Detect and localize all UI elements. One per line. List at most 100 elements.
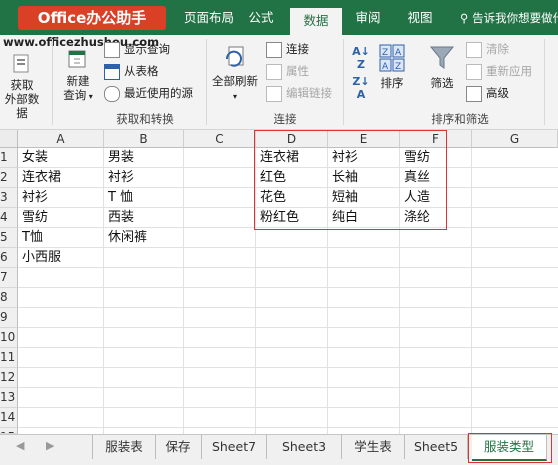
scroll-left-icon[interactable]: ◀ [16, 439, 24, 452]
row-header[interactable]: 9 [0, 308, 18, 328]
new-query-label-1: 新建 [66, 74, 90, 88]
clear-filter-icon [466, 41, 482, 58]
cell-B1[interactable]: 男装 [105, 148, 134, 167]
from-table-label: 从表格 [124, 64, 159, 78]
cell-B2[interactable]: 衬衫 [105, 168, 134, 187]
cell-A1[interactable]: 女装 [19, 148, 48, 167]
row-header[interactable]: 8 [0, 288, 18, 308]
gridline [18, 327, 558, 328]
group-label-connections: 连接 [273, 112, 297, 126]
cell-A6[interactable]: 小西服 [19, 248, 61, 267]
from-table-button[interactable]: 从表格 [104, 62, 159, 80]
clear-label: 清除 [486, 42, 509, 56]
column-header-G[interactable]: G [472, 130, 558, 148]
cell-A2[interactable]: 连衣裙 [19, 168, 61, 187]
clear-button[interactable]: 清除 [466, 40, 509, 58]
ribbon: www.officezhushou.com 获取 外部数据 新建 查询 ▾ 显示… [0, 35, 558, 130]
gridline [103, 148, 104, 434]
row-header[interactable]: 2 [0, 168, 18, 188]
sheet-tab[interactable]: Sheet7 [202, 435, 267, 459]
cell-B3[interactable]: T 恤 [105, 188, 133, 207]
gridline [18, 247, 558, 248]
advanced-label: 高级 [486, 86, 509, 100]
cell-B5[interactable]: 休闲裤 [105, 228, 147, 247]
row-header[interactable]: 3 [0, 188, 18, 208]
get-external-data-button[interactable]: 获取 外部数据 [0, 53, 44, 120]
separator [343, 39, 344, 125]
sort-dialog-icon: Z AA Z [379, 44, 405, 72]
filter-icon [429, 46, 455, 69]
show-query-button[interactable]: 显示查询 [104, 40, 170, 58]
refresh-all-button[interactable]: 全部刷新 ▾ [210, 43, 260, 104]
chevron-down-icon: ▾ [232, 92, 237, 101]
row-header[interactable]: 14 [0, 408, 18, 428]
sheet-tab[interactable]: 服装表 [92, 435, 156, 459]
gridline [18, 367, 558, 368]
reapply-icon [466, 63, 482, 80]
row-header[interactable]: 5 [0, 228, 18, 248]
row-header[interactable]: 10 [0, 328, 18, 348]
sheet-tab[interactable]: Sheet3 [267, 435, 342, 459]
show-query-icon [104, 41, 120, 58]
gridline [18, 387, 558, 388]
lightbulb-icon: ⚲ [460, 11, 469, 25]
tell-me-search[interactable]: ⚲ 告诉我你想要做什么 [460, 0, 558, 35]
properties-button[interactable]: 属性 [266, 62, 309, 80]
cell-A5[interactable]: T恤 [19, 228, 43, 247]
row-header[interactable]: 7 [0, 268, 18, 288]
recent-sources-label: 最近使用的源 [124, 86, 193, 100]
properties-icon [266, 63, 282, 80]
gridline [18, 347, 558, 348]
recent-sources-icon [104, 85, 120, 102]
filter-button[interactable]: 筛选 [424, 43, 460, 90]
sort-za-button[interactable]: Z↓ A [350, 75, 372, 101]
advanced-filter-icon [466, 85, 482, 102]
column-header-A[interactable]: A [18, 130, 104, 148]
new-query-button[interactable]: 新建 查询 ▾ [56, 45, 100, 104]
edit-links-button[interactable]: 编辑链接 [266, 84, 332, 102]
connections-button[interactable]: 连接 [266, 40, 309, 58]
row-header[interactable]: 1 [0, 148, 18, 168]
chevron-down-icon: ▾ [86, 92, 93, 101]
column-header-C[interactable]: C [184, 130, 256, 148]
row-header[interactable]: 6 [0, 248, 18, 268]
refresh-all-label: 全部刷新 [212, 74, 258, 88]
tab-data[interactable]: 数据 [290, 8, 342, 35]
advanced-button[interactable]: 高级 [466, 84, 509, 102]
row-header[interactable]: 4 [0, 208, 18, 228]
row-header[interactable]: 11 [0, 348, 18, 368]
cell-B4[interactable]: 西装 [105, 208, 134, 227]
select-all-corner[interactable] [0, 130, 18, 148]
tab-view[interactable]: 视图 [396, 0, 444, 35]
column-header-B[interactable]: B [104, 130, 184, 148]
get-external-label-1: 获取 [10, 78, 34, 92]
gridline [18, 267, 558, 268]
svg-text:Z: Z [395, 62, 401, 72]
get-external-label-2: 外部数据 [4, 92, 40, 120]
gridline [183, 148, 184, 434]
sort-button[interactable]: ZAAZ 排序 [374, 43, 410, 90]
scroll-right-icon[interactable]: ▶ [46, 439, 54, 452]
sheet-tab[interactable]: 学生表 [342, 435, 405, 459]
cell-A4[interactable]: 雪纺 [19, 208, 48, 227]
svg-text:Z: Z [382, 48, 388, 58]
cell-A3[interactable]: 衬衫 [19, 188, 48, 207]
sheet-tab[interactable]: Sheet5 [405, 435, 468, 459]
reapply-button[interactable]: 重新应用 [466, 62, 532, 80]
connections-icon [266, 41, 282, 58]
row-header[interactable]: 12 [0, 368, 18, 388]
database-icon [13, 54, 29, 73]
recent-sources-button[interactable]: 最近使用的源 [104, 84, 193, 102]
gridline [18, 407, 558, 408]
sort-az-button[interactable]: A↓ Z [350, 45, 372, 71]
tab-review[interactable]: 审阅 [344, 0, 392, 35]
new-query-label-2: 查询 [63, 88, 87, 102]
new-query-icon [68, 50, 86, 68]
row-header[interactable]: 13 [0, 388, 18, 408]
tab-formulas[interactable]: 公式 [236, 0, 286, 35]
brand-logo: Office办公助手 [18, 6, 166, 30]
connections-label: 连接 [286, 42, 309, 56]
refresh-icon [225, 46, 244, 67]
highlight-box [254, 130, 447, 230]
sheet-tab[interactable]: 保存 [155, 435, 202, 459]
